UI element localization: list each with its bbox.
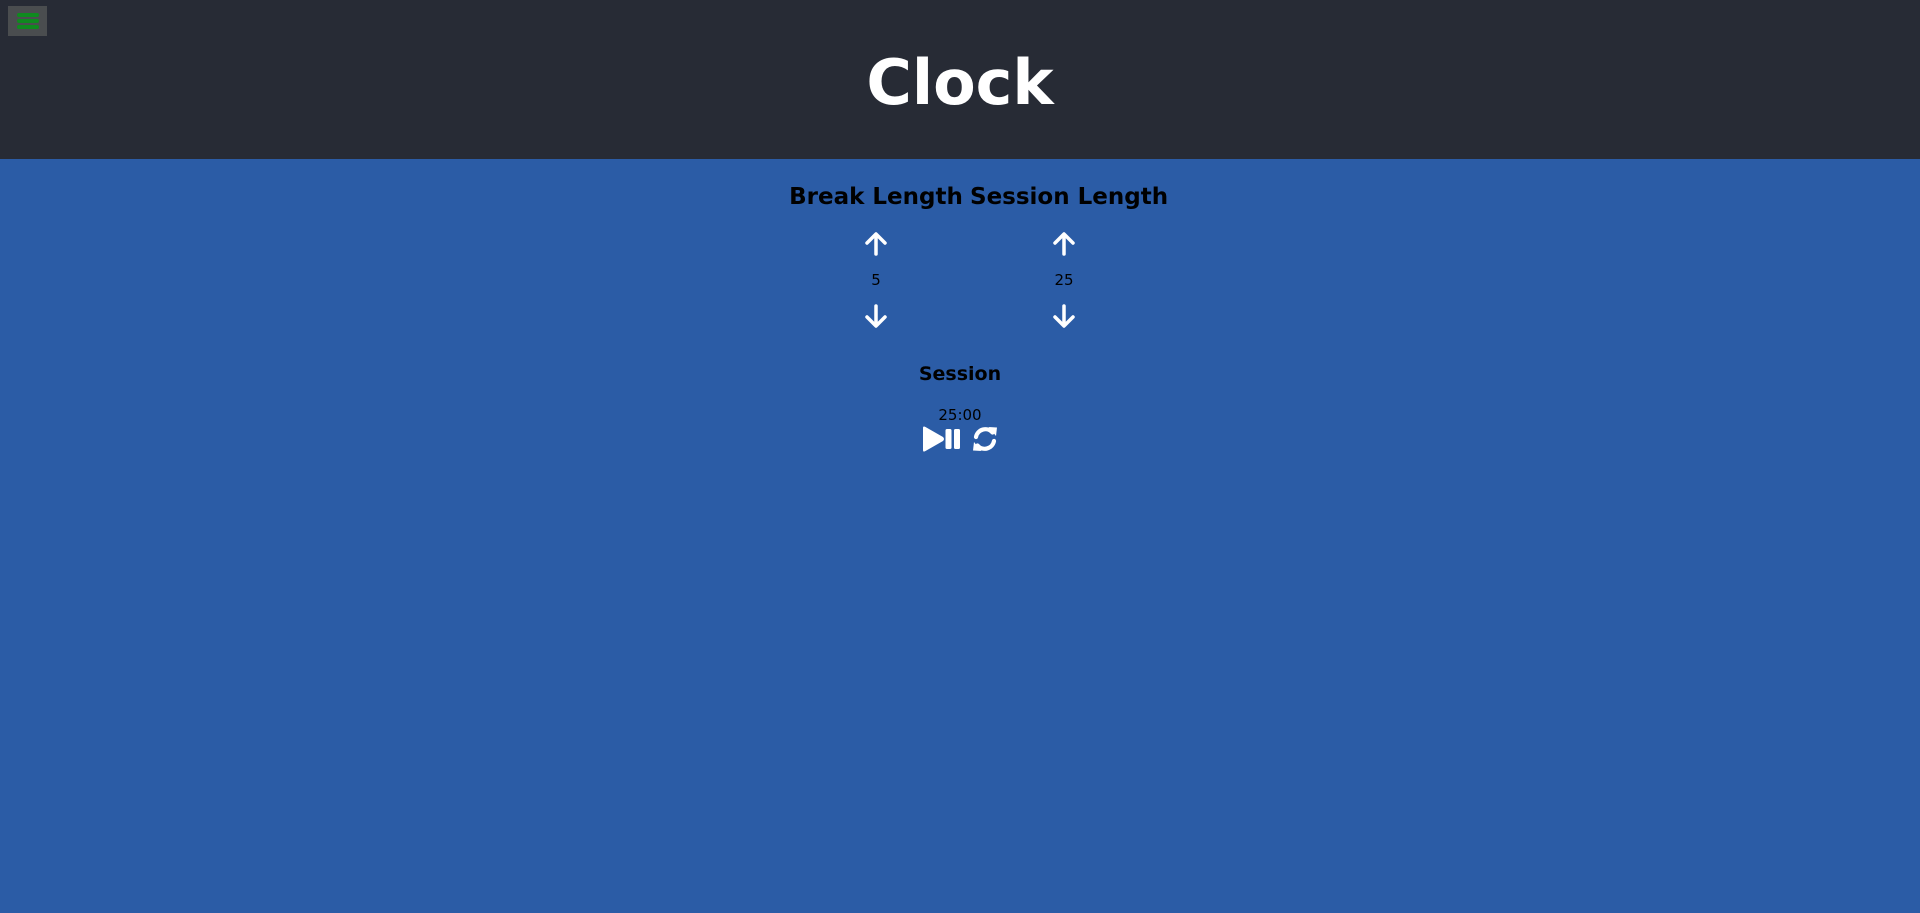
play-pause-icon (923, 426, 960, 452)
time-left-display: 25:00 (938, 406, 982, 424)
session-length-value: 25 (1054, 271, 1074, 289)
break-length-label: Break Length (789, 184, 963, 210)
break-increment-button[interactable] (861, 229, 891, 259)
start-stop-button[interactable] (921, 424, 961, 454)
timer-controls (920, 424, 1002, 454)
arrow-down-icon (1053, 304, 1075, 328)
session-length-control: Session Length 25 (970, 180, 1169, 331)
break-decrement-button[interactable] (861, 301, 891, 331)
menu-button[interactable] (8, 6, 47, 36)
timer-label: Session (918, 363, 1002, 385)
session-length-label: Session Length (970, 184, 1169, 210)
page-title: Clock (866, 46, 1054, 119)
hamburger-menu-icon (17, 19, 39, 23)
hamburger-menu-icon (17, 13, 39, 17)
session-increment-button[interactable] (1049, 229, 1079, 259)
break-length-value: 5 (871, 271, 881, 289)
reset-button[interactable] (970, 424, 1000, 454)
arrow-up-icon (865, 232, 887, 256)
refresh-icon (973, 427, 997, 451)
hamburger-menu-icon (17, 25, 39, 29)
session-decrement-button[interactable] (1049, 301, 1079, 331)
arrow-down-icon (865, 304, 887, 328)
break-length-control: Break Length 5 (788, 180, 964, 331)
arrow-up-icon (1053, 232, 1075, 256)
app-header: Clock (0, 0, 1920, 159)
